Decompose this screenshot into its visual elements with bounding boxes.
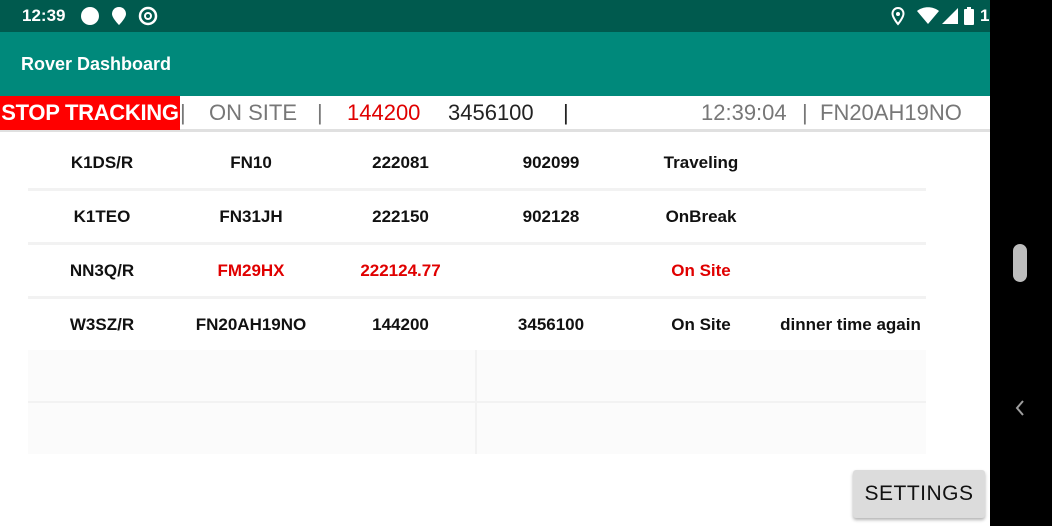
tracking-status: ON SITE	[209, 100, 298, 125]
tracking-frequency-2: 3456100	[448, 100, 534, 125]
table-row[interactable]: K1DS/R FN10 222081 902099 Traveling	[28, 137, 926, 188]
back-chevron-icon[interactable]	[1014, 398, 1026, 418]
table-row[interactable]: K1TEO FN31JH 222150 902128 OnBreak	[28, 191, 926, 242]
cell-frequency-1: 222081	[372, 153, 429, 172]
app-bar: Rover Dashboard	[0, 32, 990, 96]
table-row[interactable]: W3SZ/R FN20AH19NO 144200 3456100 On Site…	[28, 299, 926, 350]
tracking-time: 12:39:04	[701, 100, 787, 125]
tracking-frequency-1: 144200	[347, 100, 421, 125]
cell-frequency-2: 902099	[522, 153, 580, 172]
cell-status: Traveling	[663, 153, 739, 172]
tracking-grid: FN20AH19NO	[820, 100, 962, 125]
cell-note	[775, 245, 926, 296]
scroll-handle[interactable]	[1013, 244, 1027, 282]
cell-callsign: K1DS/R	[70, 153, 134, 172]
empty-table-row	[28, 403, 926, 454]
tracking-bar: STOP TRACKING | ON SITE | 144200 3456100…	[0, 96, 990, 132]
cell-callsign: W3SZ/R	[69, 315, 135, 334]
cell-status: On Site	[671, 315, 731, 334]
cell-frequency-1: 222150	[372, 207, 429, 226]
circle-icon	[81, 7, 99, 25]
cell-callsign: NN3Q/R	[69, 261, 135, 280]
cell-grid: FN10	[230, 153, 272, 172]
tracking-separator: |	[180, 100, 186, 125]
cell-frequency-2: 3456100	[517, 315, 585, 334]
cell-signal-icon	[942, 8, 958, 24]
cell-status: On Site	[671, 261, 731, 280]
cell-frequency-2	[475, 245, 627, 296]
cell-note: dinner time again	[780, 315, 921, 334]
column-divider	[475, 350, 477, 401]
table-row[interactable]: NN3Q/R FM29HX 222124.77 On Site	[28, 245, 926, 296]
column-divider	[475, 403, 477, 454]
stop-tracking-button[interactable]: STOP TRACKING	[0, 96, 180, 130]
at-sign-icon	[138, 6, 158, 26]
cell-frequency-1: 144200	[372, 315, 429, 334]
cell-grid: FM29HX	[217, 261, 285, 280]
tracking-separator: |	[802, 100, 808, 125]
status-bar: 12:39	[0, 0, 990, 32]
settings-button[interactable]: SETTINGS	[853, 470, 985, 518]
cell-grid: FN20AH19NO	[195, 315, 307, 334]
cell-status: OnBreak	[665, 207, 737, 226]
battery-icon	[964, 7, 974, 25]
location-icon	[112, 7, 126, 25]
tracking-separator: |	[563, 100, 569, 125]
cell-note	[775, 191, 926, 242]
empty-table-row	[28, 350, 926, 401]
cell-frequency-1: 222124.77	[360, 261, 441, 280]
rover-table: K1DS/R FN10 222081 902099 Traveling K1TE…	[28, 137, 926, 454]
app-title: Rover Dashboard	[21, 54, 172, 74]
status-time: 12:39	[22, 6, 66, 25]
cell-note	[775, 137, 926, 188]
cell-frequency-2: 902128	[522, 207, 580, 226]
location-outline-icon	[891, 6, 905, 26]
cell-grid: FN31JH	[219, 207, 283, 226]
tracking-separator: |	[317, 100, 323, 125]
wifi-icon	[917, 7, 939, 24]
cell-callsign: K1TEO	[73, 207, 131, 226]
